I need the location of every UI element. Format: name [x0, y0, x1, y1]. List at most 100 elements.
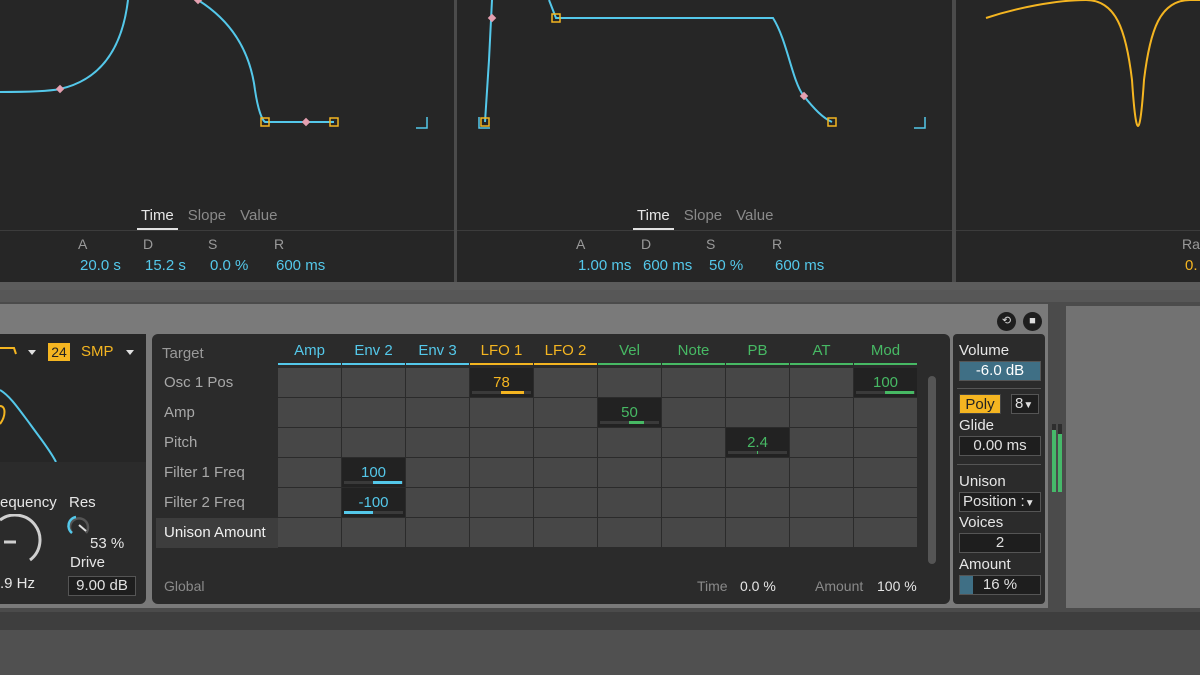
matrix-cell[interactable] — [598, 368, 661, 397]
rate-value[interactable]: 0. — [1185, 257, 1198, 274]
matrix-cell[interactable] — [662, 488, 725, 517]
matrix-cell[interactable] — [726, 488, 789, 517]
row-label-unison-amount[interactable]: Unison Amount — [164, 524, 266, 541]
drive-field[interactable]: 9.00 dB — [68, 576, 136, 596]
time-value[interactable]: 0.0 % — [740, 578, 776, 594]
glide-field[interactable]: 0.00 ms — [959, 436, 1041, 456]
matrix-cell[interactable] — [662, 518, 725, 547]
matrix-cell[interactable] — [854, 428, 917, 457]
matrix-cell[interactable] — [470, 518, 533, 547]
matrix-cell[interactable] — [534, 488, 597, 517]
matrix-cell[interactable] — [790, 398, 853, 427]
matrix-cell[interactable] — [790, 428, 853, 457]
matrix-cell[interactable]: 100 — [342, 458, 405, 487]
tab-slope[interactable]: Slope — [680, 207, 726, 230]
matrix-cell[interactable] — [342, 368, 405, 397]
matrix-cell[interactable] — [662, 398, 725, 427]
row-label-amp[interactable]: Amp — [164, 404, 195, 421]
matrix-cell[interactable] — [790, 458, 853, 487]
matrix-cell[interactable] — [790, 518, 853, 547]
filter-type-label[interactable]: SMP — [81, 343, 114, 360]
matrix-cell[interactable] — [470, 428, 533, 457]
matrix-cell[interactable] — [790, 488, 853, 517]
matrix-cell[interactable] — [726, 368, 789, 397]
matrix-cell[interactable] — [534, 398, 597, 427]
matrix-cell[interactable] — [854, 488, 917, 517]
sustain-value[interactable]: 50 % — [709, 257, 743, 274]
matrix-cell[interactable] — [406, 398, 469, 427]
matrix-cell[interactable] — [726, 398, 789, 427]
matrix-cell[interactable] — [790, 368, 853, 397]
matrix-cell[interactable] — [342, 398, 405, 427]
matrix-cell[interactable] — [534, 518, 597, 547]
matrix-cell[interactable] — [278, 398, 341, 427]
tab-value[interactable]: Value — [732, 207, 777, 230]
matrix-cell[interactable] — [534, 458, 597, 487]
matrix-cell[interactable] — [470, 488, 533, 517]
tab-time[interactable]: Time — [633, 207, 674, 230]
row-label-filter-2-freq[interactable]: Filter 2 Freq — [164, 494, 245, 511]
matrix-cell[interactable] — [662, 428, 725, 457]
save-preset-icon[interactable]: ■ — [1023, 312, 1042, 331]
envelope-1-graph[interactable] — [0, 0, 454, 205]
matrix-cell[interactable] — [534, 368, 597, 397]
tab-time[interactable]: Time — [137, 207, 178, 230]
row-label-pitch[interactable]: Pitch — [164, 434, 197, 451]
matrix-cell[interactable] — [278, 368, 341, 397]
sustain-value[interactable]: 0.0 % — [210, 257, 248, 274]
matrix-cell[interactable] — [278, 428, 341, 457]
matrix-cell[interactable] — [598, 428, 661, 457]
matrix-cell[interactable] — [406, 518, 469, 547]
matrix-cell[interactable]: 2.4 — [726, 428, 789, 457]
matrix-cell[interactable] — [406, 368, 469, 397]
matrix-cell[interactable]: 78 — [470, 368, 533, 397]
voices-field[interactable]: 2 — [959, 533, 1041, 553]
matrix-cell[interactable] — [406, 488, 469, 517]
matrix-cell[interactable] — [854, 398, 917, 427]
matrix-cell[interactable] — [470, 458, 533, 487]
attack-value[interactable]: 20.0 s — [80, 257, 121, 274]
matrix-cell[interactable] — [662, 458, 725, 487]
matrix-cell[interactable]: -100 — [342, 488, 405, 517]
amount-value[interactable]: 100 % — [877, 578, 917, 594]
unison-mode-select[interactable]: Position :▼ — [959, 492, 1041, 512]
matrix-cell[interactable] — [278, 488, 341, 517]
row-label-osc-1-pos[interactable]: Osc 1 Pos — [164, 374, 233, 391]
matrix-cell[interactable] — [342, 428, 405, 457]
decay-value[interactable]: 15.2 s — [145, 257, 186, 274]
volume-field[interactable]: -6.0 dB — [959, 361, 1041, 381]
matrix-cell[interactable] — [662, 368, 725, 397]
matrix-cell[interactable] — [278, 458, 341, 487]
lfo-graph[interactable] — [956, 0, 1200, 205]
release-value[interactable]: 600 ms — [276, 257, 325, 274]
frequency-knob[interactable] — [0, 514, 50, 566]
voice-count-select[interactable]: 8▼ — [1011, 394, 1039, 414]
matrix-scrollbar[interactable] — [928, 376, 936, 564]
matrix-cell[interactable] — [470, 398, 533, 427]
matrix-cell[interactable] — [854, 518, 917, 547]
matrix-cell[interactable] — [342, 518, 405, 547]
row-label-filter-1-freq[interactable]: Filter 1 Freq — [164, 464, 245, 481]
matrix-cell[interactable]: 50 — [598, 398, 661, 427]
matrix-cell[interactable] — [598, 488, 661, 517]
envelope-2-graph[interactable] — [457, 0, 952, 205]
tab-value[interactable]: Value — [236, 207, 281, 230]
matrix-cell[interactable] — [534, 428, 597, 457]
res-value[interactable]: 53 % — [90, 535, 124, 552]
matrix-cell[interactable] — [598, 458, 661, 487]
matrix-cell[interactable] — [406, 428, 469, 457]
matrix-cell[interactable] — [854, 458, 917, 487]
res-knob[interactable] — [66, 512, 92, 538]
matrix-cell[interactable] — [726, 458, 789, 487]
filter-display[interactable]: 24 SMP — [0, 334, 146, 463]
frequency-value[interactable]: .9 Hz — [0, 575, 35, 592]
filter-slope-badge[interactable]: 24 — [48, 343, 70, 361]
matrix-cell[interactable] — [726, 518, 789, 547]
attack-value[interactable]: 1.00 ms — [578, 257, 631, 274]
matrix-cell[interactable] — [406, 458, 469, 487]
amount-field[interactable]: 16 % — [959, 575, 1041, 595]
poly-button[interactable]: Poly — [959, 394, 1001, 414]
release-value[interactable]: 600 ms — [775, 257, 824, 274]
matrix-cell[interactable]: 100 — [854, 368, 917, 397]
tab-slope[interactable]: Slope — [184, 207, 230, 230]
